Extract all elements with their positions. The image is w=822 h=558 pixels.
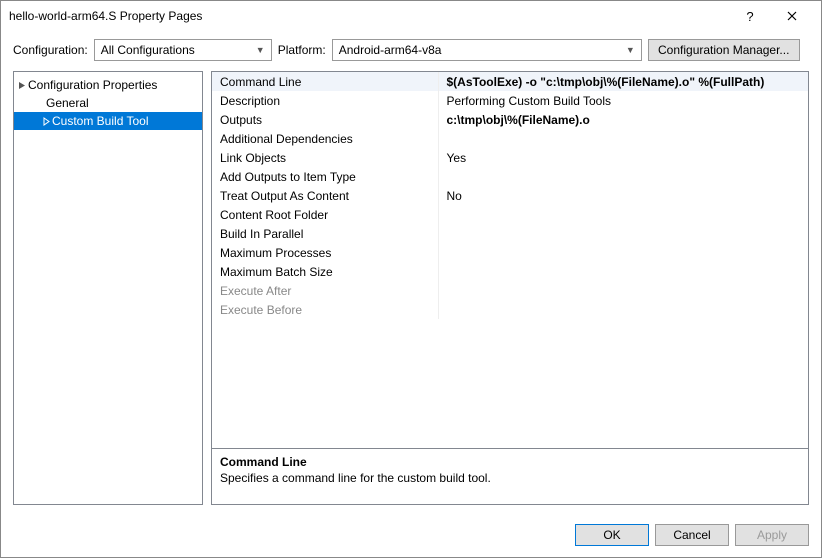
property-value[interactable]	[438, 281, 808, 300]
configuration-dropdown[interactable]: All Configurations ▼	[94, 39, 272, 61]
property-row[interactable]: Treat Output As ContentNo	[212, 186, 808, 205]
property-row[interactable]: Maximum Processes	[212, 243, 808, 262]
property-row[interactable]: Command Line$(AsToolExe) -o "c:\tmp\obj\…	[212, 72, 808, 91]
property-pages-dialog: hello-world-arm64.S Property Pages ? Con…	[0, 0, 822, 558]
help-button[interactable]: ?	[729, 2, 771, 30]
property-value[interactable]	[438, 129, 808, 148]
configuration-toolbar: Configuration: All Configurations ▼ Plat…	[1, 31, 821, 71]
property-row[interactable]: Content Root Folder	[212, 205, 808, 224]
property-name: Command Line	[212, 72, 438, 91]
close-icon	[787, 11, 797, 21]
property-name: Maximum Processes	[212, 243, 438, 262]
property-row[interactable]: Maximum Batch Size	[212, 262, 808, 281]
tree-label: Configuration Properties	[28, 78, 157, 92]
property-row[interactable]: DescriptionPerforming Custom Build Tools	[212, 91, 808, 110]
property-value[interactable]: No	[438, 186, 808, 205]
content-pane: Command Line$(AsToolExe) -o "c:\tmp\obj\…	[211, 71, 809, 505]
navigation-tree[interactable]: Configuration Properties General Custom …	[13, 71, 203, 505]
property-name: Execute Before	[212, 300, 438, 319]
property-name: Treat Output As Content	[212, 186, 438, 205]
property-name: Outputs	[212, 110, 438, 129]
property-value[interactable]: Performing Custom Build Tools	[438, 91, 808, 110]
body: Configuration Properties General Custom …	[1, 71, 821, 513]
property-grid[interactable]: Command Line$(AsToolExe) -o "c:\tmp\obj\…	[211, 71, 809, 449]
tree-item-configuration-properties[interactable]: Configuration Properties	[14, 76, 202, 94]
titlebar: hello-world-arm64.S Property Pages ?	[1, 1, 821, 31]
platform-dropdown[interactable]: Android-arm64-v8a ▼	[332, 39, 642, 61]
property-value[interactable]	[438, 167, 808, 186]
configuration-value: All Configurations	[101, 43, 195, 57]
property-name: Execute After	[212, 281, 438, 300]
window-title: hello-world-arm64.S Property Pages	[9, 9, 729, 23]
configuration-label: Configuration:	[13, 43, 88, 57]
property-value[interactable]	[438, 205, 808, 224]
chevron-down-icon: ▼	[256, 45, 265, 55]
property-row[interactable]: Link ObjectsYes	[212, 148, 808, 167]
property-row[interactable]: Build In Parallel	[212, 224, 808, 243]
description-title: Command Line	[220, 455, 800, 469]
dialog-footer: OK Cancel Apply	[1, 513, 821, 557]
property-row[interactable]: Additional Dependencies	[212, 129, 808, 148]
property-name: Link Objects	[212, 148, 438, 167]
close-button[interactable]	[771, 2, 813, 30]
property-value[interactable]	[438, 243, 808, 262]
ok-button[interactable]: OK	[575, 524, 649, 546]
property-name: Build In Parallel	[212, 224, 438, 243]
property-row[interactable]: Outputsc:\tmp\obj\%(FileName).o	[212, 110, 808, 129]
property-value[interactable]	[438, 224, 808, 243]
property-name: Additional Dependencies	[212, 129, 438, 148]
cancel-button[interactable]: Cancel	[655, 524, 729, 546]
tree-item-custom-build-tool[interactable]: Custom Build Tool	[14, 112, 202, 130]
platform-label: Platform:	[278, 43, 326, 57]
property-name: Maximum Batch Size	[212, 262, 438, 281]
property-name: Add Outputs to Item Type	[212, 167, 438, 186]
description-pane: Command Line Specifies a command line fo…	[211, 449, 809, 505]
property-table: Command Line$(AsToolExe) -o "c:\tmp\obj\…	[212, 72, 808, 319]
tree-label: General	[46, 96, 89, 110]
tree-item-general[interactable]: General	[14, 94, 202, 112]
platform-value: Android-arm64-v8a	[339, 43, 442, 57]
property-value[interactable]	[438, 262, 808, 281]
property-value[interactable]: c:\tmp\obj\%(FileName).o	[438, 110, 808, 129]
property-name: Content Root Folder	[212, 205, 438, 224]
property-name: Description	[212, 91, 438, 110]
description-text: Specifies a command line for the custom …	[220, 471, 800, 485]
tree-label: Custom Build Tool	[52, 114, 149, 128]
property-row[interactable]: Execute After	[212, 281, 808, 300]
property-row[interactable]: Execute Before	[212, 300, 808, 319]
chevron-down-icon: ▼	[626, 45, 635, 55]
configuration-manager-button[interactable]: Configuration Manager...	[648, 39, 800, 61]
property-value[interactable]	[438, 300, 808, 319]
property-row[interactable]: Add Outputs to Item Type	[212, 167, 808, 186]
collapse-icon[interactable]	[16, 81, 28, 90]
expand-icon[interactable]	[40, 117, 52, 126]
property-value[interactable]: Yes	[438, 148, 808, 167]
apply-button: Apply	[735, 524, 809, 546]
property-value[interactable]: $(AsToolExe) -o "c:\tmp\obj\%(FileName).…	[438, 72, 808, 91]
